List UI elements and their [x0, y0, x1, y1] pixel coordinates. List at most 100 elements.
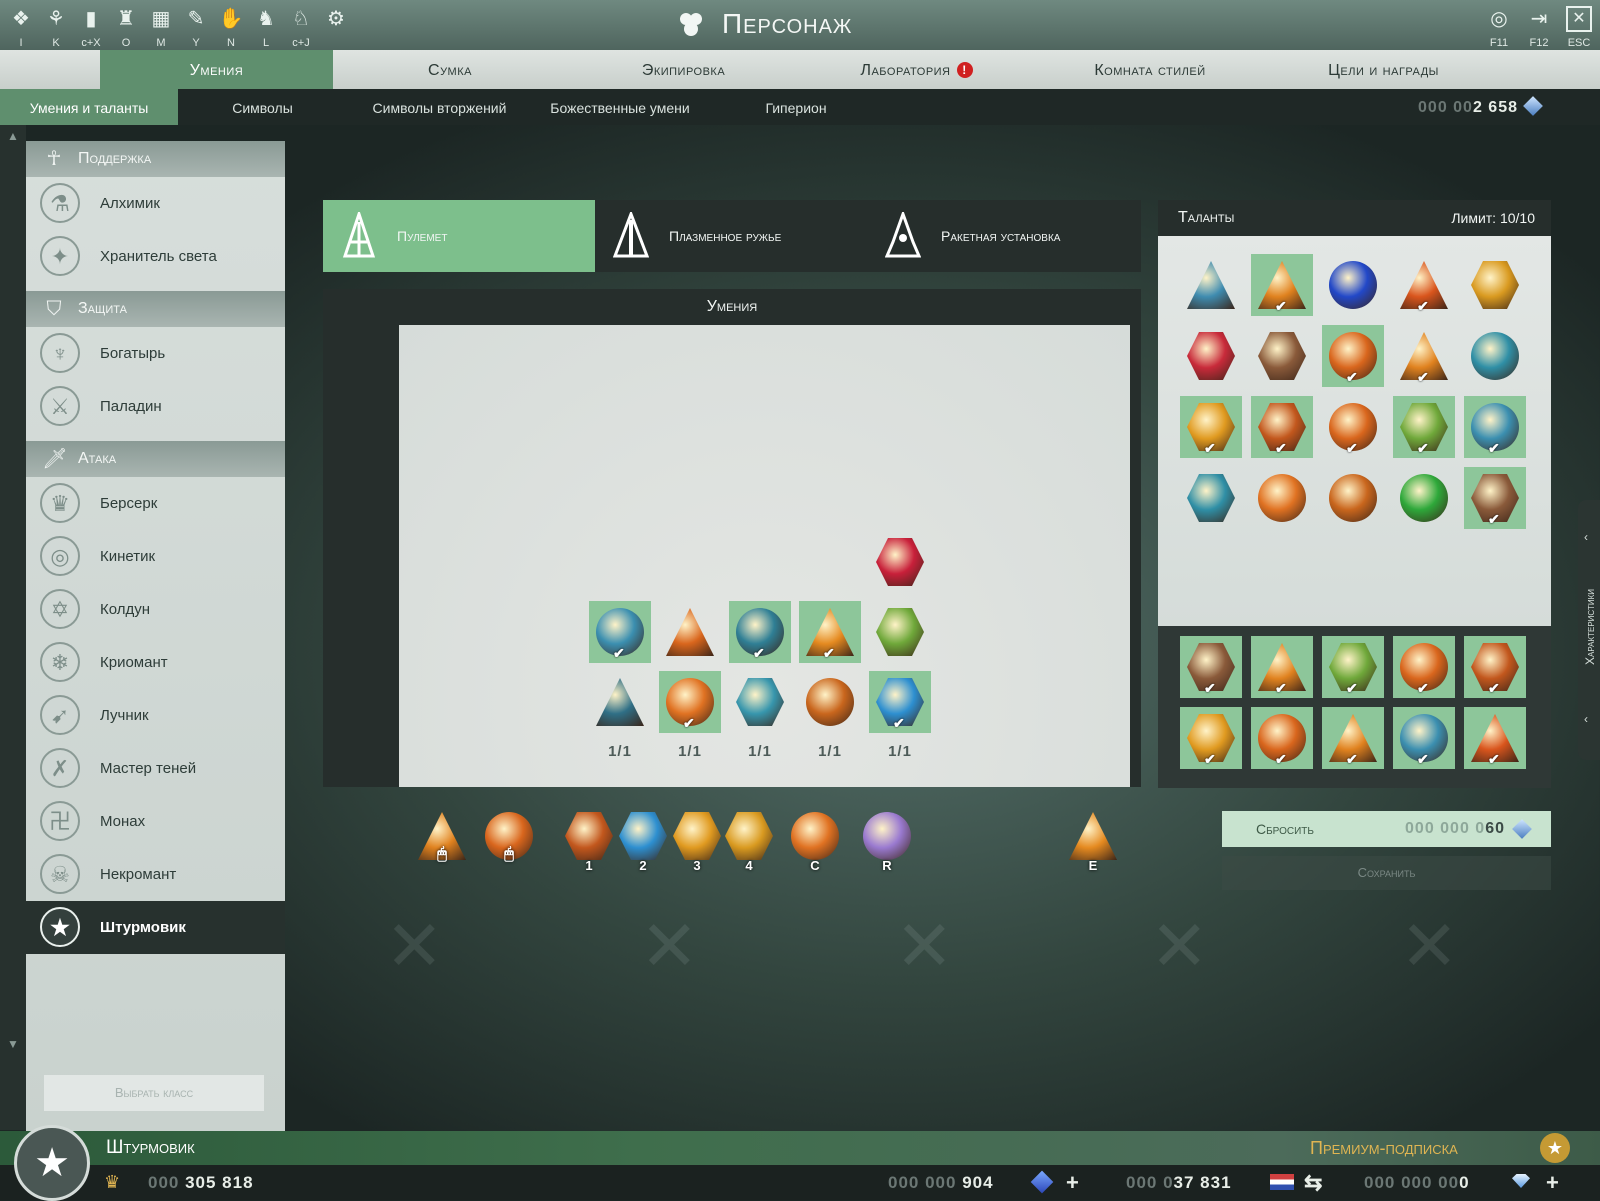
talent-slot[interactable]: ✔: [1322, 396, 1384, 458]
close-icon[interactable]: ✕: [1566, 6, 1592, 32]
selected-talent[interactable]: ✔: [1180, 707, 1242, 769]
skill-bar-slot[interactable]: R: [860, 812, 914, 873]
talent-slot[interactable]: [1393, 467, 1455, 529]
choose-class-button[interactable]: Выбрать класс: [44, 1075, 264, 1111]
skill-node[interactable]: ✔: [659, 671, 721, 733]
tab-style-room[interactable]: Комната стилей: [1033, 50, 1267, 89]
selected-talent[interactable]: ✔: [1251, 707, 1313, 769]
selected-talent[interactable]: ✔: [1322, 636, 1384, 698]
skill-bar-slot[interactable]: 🖱: [415, 812, 469, 866]
sidebar-item-class[interactable]: ➹ Лучник: [26, 689, 285, 742]
weapon-tab-rocket-launcher[interactable]: Ракетная установка: [867, 200, 1139, 272]
skill-node[interactable]: [729, 671, 791, 733]
scroll-up-icon[interactable]: ▲: [7, 129, 19, 143]
friends-icon[interactable]: ✋: [218, 6, 244, 32]
selected-talent[interactable]: ✔: [1251, 636, 1313, 698]
selected-talent[interactable]: ✔: [1180, 636, 1242, 698]
skill-bar-slot[interactable]: 2: [616, 812, 670, 873]
tab-symbols[interactable]: Символы: [195, 89, 330, 125]
sidebar-item-class[interactable]: ⚔ Паладин: [26, 380, 285, 433]
weapon-tab-machinegun[interactable]: Пулемет: [323, 200, 595, 272]
exit-door-icon[interactable]: ⇥: [1526, 6, 1552, 32]
skill-node[interactable]: ✔: [799, 601, 861, 663]
talent-slot[interactable]: ✔: [1251, 396, 1313, 458]
premium-star-icon[interactable]: ★: [1540, 1133, 1570, 1163]
map-icon[interactable]: ▦: [148, 6, 174, 32]
tab-goals-rewards[interactable]: Цели и награды: [1267, 50, 1500, 89]
sidebar-item-class[interactable]: ★ Штурмовик: [26, 901, 285, 954]
skill-bar-slot[interactable]: 1: [562, 812, 616, 873]
skill-node[interactable]: ✔: [729, 601, 791, 663]
premium-subscription-link[interactable]: Премиум-подписка: [1310, 1131, 1458, 1165]
talent-slot[interactable]: ✔: [1180, 396, 1242, 458]
chevron-left-icon[interactable]: ‹: [1584, 712, 1588, 726]
guild-icon[interactable]: ♜: [113, 6, 139, 32]
skill-node[interactable]: [799, 671, 861, 733]
tab-hyperion[interactable]: Гиперион: [736, 89, 856, 125]
sidebar-item-class[interactable]: ✦ Хранитель света: [26, 230, 285, 283]
sidebar-item-class[interactable]: ◎ Кинетик: [26, 530, 285, 583]
selected-talent[interactable]: ✔: [1393, 636, 1455, 698]
talent-slot[interactable]: ✔: [1393, 325, 1455, 387]
globe-icon[interactable]: ◎: [1486, 6, 1512, 32]
sidebar-item-class[interactable]: ♛ Берсерк: [26, 477, 285, 530]
tab-skills-talents[interactable]: Умения и таланты: [0, 89, 178, 125]
selected-talent[interactable]: ✔: [1464, 707, 1526, 769]
skill-bar-slot[interactable]: 🖱: [482, 812, 536, 866]
talent-slot[interactable]: [1251, 325, 1313, 387]
selected-talent[interactable]: ✔: [1464, 636, 1526, 698]
talent-slot[interactable]: ✔: [1464, 396, 1526, 458]
sidebar-item-class[interactable]: ✗ Мастер теней: [26, 742, 285, 795]
save-button[interactable]: Сохранить: [1222, 856, 1551, 890]
reset-button[interactable]: Сбросить 000 000 060: [1222, 811, 1551, 847]
skill-bar-slot[interactable]: 3: [670, 812, 724, 873]
skill-node[interactable]: [869, 601, 931, 663]
tab-invasion-symbols[interactable]: Символы вторжений: [352, 89, 527, 125]
talent-slot[interactable]: ✔: [1322, 325, 1384, 387]
scroll-down-icon[interactable]: ▼: [7, 1037, 19, 1051]
skill-node[interactable]: ✔: [589, 601, 651, 663]
sidebar-item-class[interactable]: ❄ Криомант: [26, 636, 285, 689]
mount-icon[interactable]: ♘: [288, 6, 314, 32]
selected-talent[interactable]: ✔: [1393, 707, 1455, 769]
weapon-tab-plasma-rifle[interactable]: Плазменное ружье: [595, 200, 867, 272]
sidebar-item-class[interactable]: 卍 Монах: [26, 795, 285, 848]
skill-bar-slot[interactable]: C: [788, 812, 842, 873]
tab-divine-skills[interactable]: Божественные умени: [540, 89, 700, 125]
talent-slot[interactable]: [1464, 254, 1526, 316]
talent-slot[interactable]: [1180, 467, 1242, 529]
sidebar-item-class[interactable]: ⚗ Алхимик: [26, 177, 285, 230]
talent-slot[interactable]: ✔: [1393, 396, 1455, 458]
sidebar-item-class[interactable]: ✡ Колдун: [26, 583, 285, 636]
talent-slot[interactable]: ✔: [1251, 254, 1313, 316]
characteristics-side-tab[interactable]: ‹ Характеристики ‹: [1578, 500, 1600, 760]
talent-slot[interactable]: ✔: [1464, 467, 1526, 529]
sidebar-item-class[interactable]: ☠ Некромант: [26, 848, 285, 901]
tab-equipment[interactable]: Экипировка: [567, 50, 800, 89]
skills-icon[interactable]: ⚘: [43, 6, 69, 32]
skill-bar-slot[interactable]: 4: [722, 812, 776, 873]
skill-node[interactable]: [869, 531, 931, 593]
avatar[interactable]: ★: [14, 1125, 90, 1201]
character-icon[interactable]: ❖: [8, 6, 34, 32]
talent-slot[interactable]: [1180, 254, 1242, 316]
selected-talent[interactable]: ✔: [1322, 707, 1384, 769]
tab-bag[interactable]: Сумка: [333, 50, 567, 89]
talent-slot[interactable]: [1180, 325, 1242, 387]
talent-slot[interactable]: ✔: [1393, 254, 1455, 316]
talent-slot[interactable]: [1464, 325, 1526, 387]
settings-icon[interactable]: ⚙: [323, 6, 349, 32]
exchange-icon[interactable]: ⇆: [1304, 1165, 1322, 1200]
skill-node[interactable]: ✔: [869, 671, 931, 733]
stats-icon[interactable]: ▮: [78, 6, 104, 32]
sidebar-item-class[interactable]: ♆ Богатырь: [26, 327, 285, 380]
add-diamond-button[interactable]: +: [1546, 1165, 1559, 1200]
skill-node[interactable]: [659, 601, 721, 663]
skill-bar-slot[interactable]: E: [1066, 812, 1120, 873]
tab-skills[interactable]: Умения: [100, 50, 333, 89]
chat-icon[interactable]: ✎: [183, 6, 209, 32]
talent-slot[interactable]: [1322, 254, 1384, 316]
talent-slot[interactable]: [1322, 467, 1384, 529]
add-currency-button[interactable]: +: [1066, 1165, 1079, 1200]
tab-laboratory[interactable]: Лаборатория!: [800, 50, 1033, 89]
